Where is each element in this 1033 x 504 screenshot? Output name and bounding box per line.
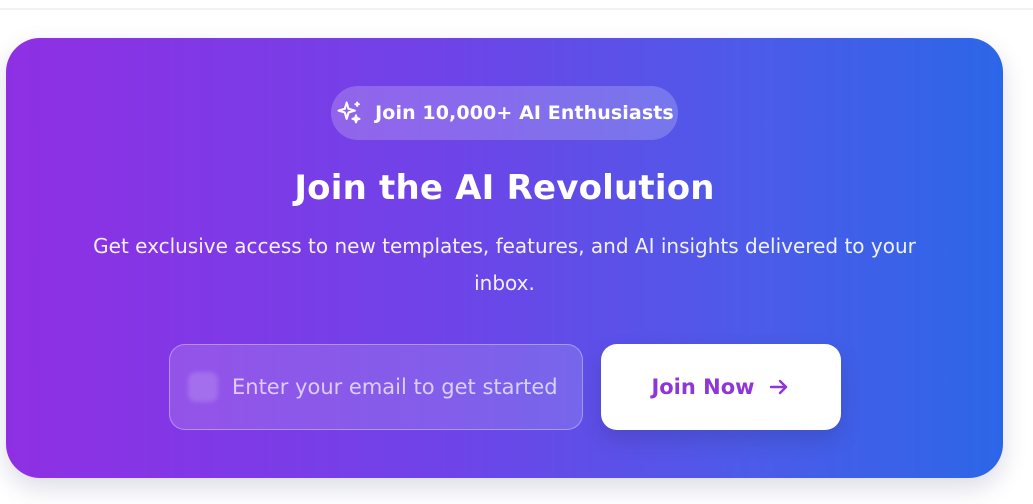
newsletter-banner: Join 10,000+ AI Enthusiasts Join the AI … bbox=[6, 38, 1003, 478]
arrow-right-icon bbox=[767, 375, 791, 399]
top-divider bbox=[0, 0, 1033, 10]
join-now-label: Join Now bbox=[651, 375, 755, 399]
badge-label: Join 10,000+ AI Enthusiasts bbox=[375, 102, 674, 124]
join-now-button[interactable]: Join Now bbox=[601, 344, 841, 430]
banner-title: Join the AI Revolution bbox=[294, 168, 715, 208]
email-input[interactable] bbox=[230, 374, 564, 400]
enthusiasts-badge: Join 10,000+ AI Enthusiasts bbox=[331, 86, 678, 140]
mail-icon bbox=[188, 372, 218, 402]
sparkles-icon bbox=[335, 99, 363, 127]
banner-subtitle: Get exclusive access to new templates, f… bbox=[93, 234, 916, 295]
email-field-wrapper[interactable] bbox=[169, 344, 583, 430]
